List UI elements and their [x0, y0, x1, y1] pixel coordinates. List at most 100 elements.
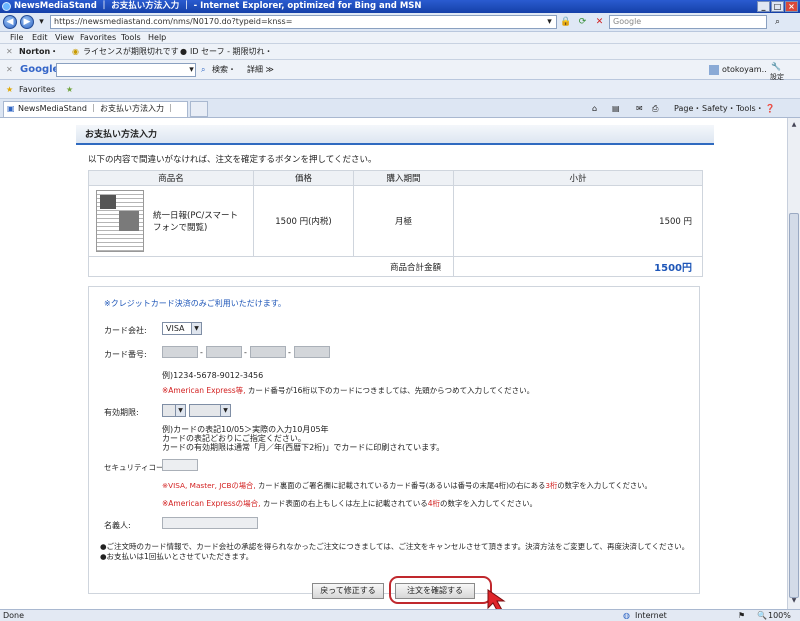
- security-note-1-digits: 3桁: [545, 481, 558, 490]
- menu-view[interactable]: View: [55, 32, 74, 44]
- google-user[interactable]: otokoyam..: [722, 60, 767, 80]
- history-dropdown-icon[interactable]: ▾: [36, 17, 47, 28]
- minimize-button[interactable]: _: [757, 1, 770, 12]
- security-note-1-prefix: ※VISA, Master, JCBの場合,: [162, 481, 256, 490]
- safety-menu[interactable]: Safety・: [702, 99, 736, 118]
- google-search-icon: ⌕: [201, 65, 206, 74]
- mail-icon[interactable]: ✉: [636, 99, 643, 118]
- dash-2: -: [244, 348, 247, 357]
- google-toolbar: ✕ Google ▾ ⌕ 検索・ 詳細 ≫ otokoyam.. 🔧 設定: [0, 60, 800, 81]
- expiry-month-select[interactable]: ▼: [162, 404, 186, 417]
- zoom-level[interactable]: 100%: [768, 610, 791, 621]
- page-favicon-icon: ▣: [7, 104, 15, 113]
- security-note-2: ※American Expressの場合, カード表面の右上もしくは左上に記載さ…: [162, 498, 537, 509]
- feeds-icon[interactable]: ▤: [612, 99, 620, 118]
- col-period: 購入期間: [353, 170, 454, 186]
- amex-note-prefix: ※American Express等,: [162, 386, 246, 395]
- security-note-1: ※VISA, Master, JCBの場合, カード裏面のご署名欄に記載されてい…: [162, 481, 652, 491]
- newspaper-thumbnail: [96, 190, 144, 252]
- dash-1: -: [200, 348, 203, 357]
- google-search-dropdown-icon[interactable]: ▾: [186, 65, 197, 76]
- favorites-button[interactable]: Favorites: [19, 80, 55, 99]
- close-window-button[interactable]: ×: [785, 1, 798, 12]
- address-input[interactable]: https://newsmediastand.com/nms/N0170.do?…: [50, 15, 557, 29]
- back-to-edit-button[interactable]: 戻って修正する: [312, 583, 384, 599]
- menu-file[interactable]: File: [10, 32, 23, 44]
- lock-icon[interactable]: 🔒: [560, 17, 571, 28]
- page-content: お支払い方法入力 以下の内容で間違いがなければ、注文を確定するボタンを押してくだ…: [0, 118, 787, 609]
- user-avatar: [709, 65, 719, 75]
- stop-icon[interactable]: ✕: [594, 17, 605, 28]
- card-company-label: カード会社:: [104, 326, 147, 335]
- close-toolbar-icon[interactable]: ✕: [6, 44, 13, 60]
- card-number-1[interactable]: [162, 346, 198, 358]
- tools-menu[interactable]: Tools・: [736, 99, 764, 118]
- new-tab-button[interactable]: [190, 101, 208, 117]
- card-number-3[interactable]: [250, 346, 286, 358]
- google-logo: Google: [20, 64, 60, 75]
- menu-help[interactable]: Help: [148, 32, 166, 44]
- search-input[interactable]: Google: [609, 15, 767, 29]
- back-button[interactable]: ◀: [3, 15, 17, 29]
- norton-logo[interactable]: Norton・: [19, 44, 58, 60]
- page-menu[interactable]: Page・: [674, 99, 701, 118]
- forward-button[interactable]: ▶: [20, 15, 34, 29]
- norton-idsafe[interactable]: ID セーフ - 期限切れ・: [190, 44, 273, 60]
- address-dropdown-icon[interactable]: ▾: [544, 17, 555, 28]
- ie-logo-icon: [2, 2, 11, 11]
- help-icon[interactable]: ❓: [765, 99, 775, 118]
- col-price: 価格: [253, 170, 354, 186]
- search-icon[interactable]: ⌕: [772, 17, 783, 28]
- table-row: 統一日報(PC/スマートフォンで閲覧) 1500 円(内税) 月極 1500 円: [88, 185, 703, 257]
- security-code-input[interactable]: [162, 459, 198, 471]
- section-title: お支払い方法入力: [76, 125, 714, 145]
- card-company-select[interactable]: VISA ▼: [162, 322, 202, 335]
- card-number-example: 例)1234-5678-9012-3456: [162, 371, 264, 380]
- security-zone: Internet: [635, 611, 667, 620]
- menu-edit[interactable]: Edit: [32, 32, 48, 44]
- google-search-input[interactable]: [56, 63, 196, 77]
- card-number-2[interactable]: [206, 346, 242, 358]
- home-icon[interactable]: ⌂: [592, 99, 597, 118]
- dash-3: -: [288, 348, 291, 357]
- security-note-2-text: カード表面の右上もしくは左上に記載されている: [260, 499, 428, 508]
- scroll-thumb[interactable]: [789, 213, 799, 598]
- card-holder-label: 名義人:: [104, 521, 131, 530]
- product-name: 統一日報(PC/スマートフォンで閲覧): [153, 211, 238, 233]
- chevron-down-icon: ▼: [191, 323, 201, 334]
- col-product: 商品名: [88, 170, 254, 186]
- print-icon[interactable]: ⎙: [652, 99, 658, 118]
- card-number-4[interactable]: [294, 346, 330, 358]
- window-title: NewsMediaStand ｜ お支払い方法入力 ｜ - Internet E…: [14, 1, 422, 11]
- total-value: 1500円: [453, 256, 703, 277]
- intro-text: 以下の内容で間違いがなければ、注文を確定するボタンを押してください。: [88, 155, 377, 165]
- add-favorite-icon[interactable]: ★: [66, 80, 73, 99]
- favorites-star-icon: ★: [6, 85, 14, 94]
- expiry-year-select[interactable]: ▼: [189, 404, 231, 417]
- order-table: 商品名 価格 購入期間 小計 統一日報(PC/スマートフォンで閲覧) 1500 …: [88, 170, 703, 277]
- google-search-button[interactable]: 検索・: [212, 60, 236, 80]
- norton-license-status[interactable]: ライセンスが期限切れです・: [83, 44, 187, 60]
- expiry-note-3: カードの有効期限は通常「月／年(西暦下2桁)」でカードに印刷されています。: [162, 443, 445, 452]
- vertical-scrollbar[interactable]: ▲ ▼: [787, 118, 800, 609]
- subtotal-cell: 1500 円: [453, 185, 703, 257]
- security-note-2-suffix: の数字を入力してください。: [439, 499, 538, 508]
- card-company-value: VISA: [166, 324, 185, 333]
- protected-mode-icon[interactable]: ⚑: [738, 610, 745, 621]
- close-google-toolbar-icon[interactable]: ✕: [6, 60, 13, 80]
- card-holder-input[interactable]: [162, 517, 258, 529]
- menu-tools[interactable]: Tools: [121, 32, 141, 44]
- tab-newsmediastand[interactable]: ▣ NewsMediaStand ｜ お支払い方法入力 ｜: [3, 101, 188, 117]
- maximize-button[interactable]: □: [771, 1, 784, 12]
- card-note: ※クレジットカード決済のみご利用いただけます。: [104, 299, 286, 308]
- scroll-down-icon[interactable]: ▼: [789, 596, 799, 606]
- refresh-icon[interactable]: ⟳: [577, 17, 588, 28]
- status-text: Done: [3, 611, 25, 620]
- norton-toolbar: ✕ Norton・ ◉ ライセンスが期限切れです・ ● ID セーフ - 期限切…: [0, 44, 800, 60]
- security-note-2-digits: 4桁: [427, 499, 440, 508]
- security-note-1-suffix: の数字を入力してください。: [557, 481, 652, 490]
- scroll-up-icon[interactable]: ▲: [789, 120, 799, 130]
- tab-bar: ▣ NewsMediaStand ｜ お支払い方法入力 ｜ ⌂ ▤ ✉ ⎙ Pa…: [0, 99, 800, 118]
- google-more-button[interactable]: 詳細 ≫: [247, 60, 274, 80]
- menu-favorites[interactable]: Favorites: [80, 32, 116, 44]
